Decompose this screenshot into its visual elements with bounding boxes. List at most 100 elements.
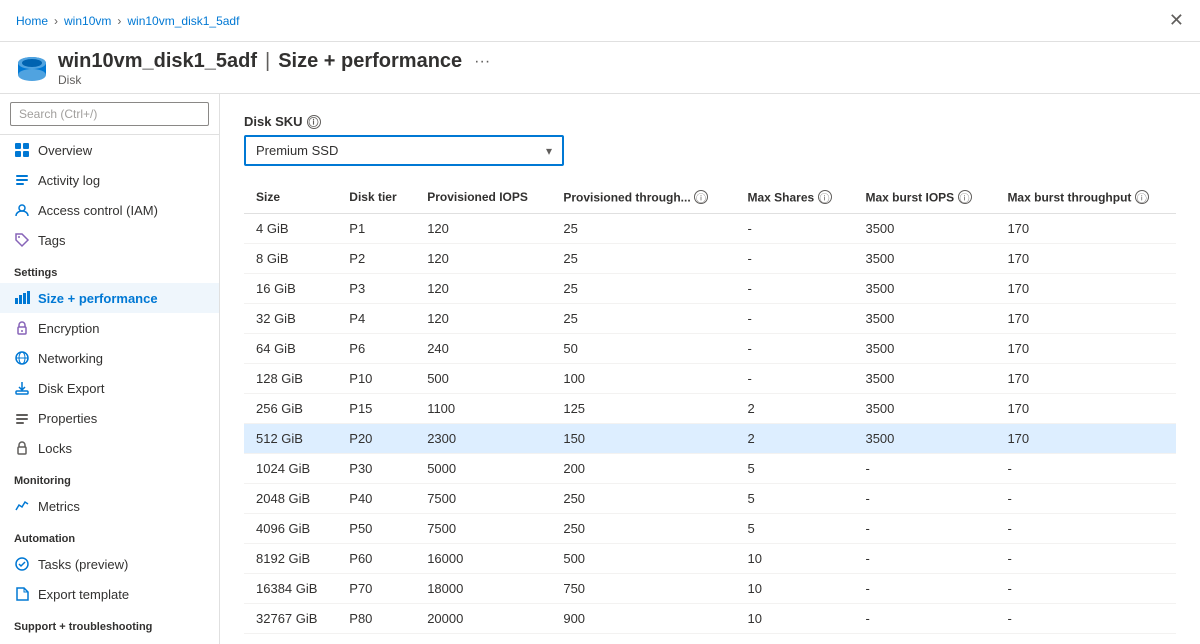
disk-sku-dropdown[interactable]: Premium SSD ▾ bbox=[244, 135, 564, 166]
table-row[interactable]: 2048 GiBP4075002505-- bbox=[244, 483, 1176, 513]
sidebar-label-encryption: Encryption bbox=[38, 321, 99, 336]
table-cell: 100 bbox=[551, 363, 735, 393]
table-row[interactable]: 256 GiBP15110012523500170 bbox=[244, 393, 1176, 423]
disk-size-table: Size Disk tier Provisioned IOPS Provisio… bbox=[244, 182, 1176, 634]
table-cell: 3500 bbox=[853, 213, 995, 243]
max-shares-info-icon[interactable]: ⓘ bbox=[818, 190, 832, 204]
table-cell: P50 bbox=[337, 513, 415, 543]
table-cell: 5 bbox=[736, 483, 854, 513]
table-cell: 3500 bbox=[853, 333, 995, 363]
table-cell: 16000 bbox=[415, 543, 551, 573]
chevron-down-icon: ▾ bbox=[546, 144, 552, 158]
sidebar-label-overview: Overview bbox=[38, 143, 92, 158]
sidebar-item-tasks[interactable]: Tasks (preview) bbox=[0, 549, 219, 579]
sidebar-item-disk-export[interactable]: Disk Export bbox=[0, 373, 219, 403]
activity-log-icon bbox=[14, 172, 30, 188]
table-cell: 8192 GiB bbox=[244, 543, 337, 573]
table-row[interactable]: 4 GiBP112025-3500170 bbox=[244, 213, 1176, 243]
table-row[interactable]: 8192 GiBP601600050010-- bbox=[244, 543, 1176, 573]
table-cell: - bbox=[736, 303, 854, 333]
col-provisioned-iops: Provisioned IOPS bbox=[415, 182, 551, 213]
table-cell: P1 bbox=[337, 213, 415, 243]
col-max-burst-iops: Max burst IOPS ⓘ bbox=[853, 182, 995, 213]
burst-iops-info-icon[interactable]: ⓘ bbox=[958, 190, 972, 204]
sidebar-item-activity-log[interactable]: Activity log bbox=[0, 165, 219, 195]
sidebar-label-metrics: Metrics bbox=[38, 499, 80, 514]
throughput-info-icon[interactable]: ⓘ bbox=[694, 190, 708, 204]
more-options-icon[interactable]: ··· bbox=[474, 53, 490, 71]
sidebar-item-size-performance[interactable]: Size + performance bbox=[0, 283, 219, 313]
table-cell: - bbox=[995, 573, 1176, 603]
sidebar-item-properties[interactable]: Properties bbox=[0, 403, 219, 433]
table-cell: 170 bbox=[995, 303, 1176, 333]
table-row[interactable]: 512 GiBP20230015023500170 bbox=[244, 423, 1176, 453]
properties-icon bbox=[14, 410, 30, 426]
sidebar-item-networking[interactable]: Networking bbox=[0, 343, 219, 373]
automation-section: Automation bbox=[0, 521, 219, 549]
sidebar-item-new-support[interactable]: ? New support request bbox=[0, 637, 219, 644]
table-cell: 500 bbox=[415, 363, 551, 393]
table-cell: 120 bbox=[415, 303, 551, 333]
metrics-icon bbox=[14, 498, 30, 514]
table-cell: - bbox=[853, 513, 995, 543]
export-template-icon bbox=[14, 586, 30, 602]
sidebar-item-export-template[interactable]: Export template bbox=[0, 579, 219, 609]
resource-separator: | bbox=[265, 50, 270, 73]
table-cell: 120 bbox=[415, 213, 551, 243]
table-row[interactable]: 32767 GiBP802000090010-- bbox=[244, 603, 1176, 633]
table-row[interactable]: 32 GiBP412025-3500170 bbox=[244, 303, 1176, 333]
table-cell: - bbox=[853, 573, 995, 603]
burst-throughput-info-icon[interactable]: ⓘ bbox=[1135, 190, 1149, 204]
disk-sku-info-icon[interactable]: ⓘ bbox=[307, 115, 321, 129]
sidebar-label-locks: Locks bbox=[38, 441, 72, 456]
table-cell: 20000 bbox=[415, 603, 551, 633]
table-cell: P20 bbox=[337, 423, 415, 453]
sidebar-item-metrics[interactable]: Metrics bbox=[0, 491, 219, 521]
table-row[interactable]: 64 GiBP624050-3500170 bbox=[244, 333, 1176, 363]
table-cell: 125 bbox=[551, 393, 735, 423]
sidebar-item-access-control[interactable]: Access control (IAM) bbox=[0, 195, 219, 225]
table-cell: 32 GiB bbox=[244, 303, 337, 333]
col-max-shares: Max Shares ⓘ bbox=[736, 182, 854, 213]
table-cell: - bbox=[995, 513, 1176, 543]
col-size: Size bbox=[244, 182, 337, 213]
page-title: Size + performance bbox=[278, 50, 462, 73]
table-cell: - bbox=[853, 543, 995, 573]
table-cell: 120 bbox=[415, 273, 551, 303]
table-cell: 2 bbox=[736, 393, 854, 423]
breadcrumb-disk[interactable]: win10vm_disk1_5adf bbox=[127, 14, 239, 28]
sidebar-item-encryption[interactable]: Encryption bbox=[0, 313, 219, 343]
sidebar-item-overview[interactable]: Overview bbox=[0, 135, 219, 165]
search-input[interactable] bbox=[10, 102, 209, 126]
table-cell: 3500 bbox=[853, 393, 995, 423]
table-cell: P4 bbox=[337, 303, 415, 333]
table-cell: - bbox=[736, 363, 854, 393]
close-button[interactable]: ✕ bbox=[1169, 10, 1184, 31]
sidebar-label-tasks: Tasks (preview) bbox=[38, 557, 128, 572]
sidebar-item-locks[interactable]: Locks bbox=[0, 433, 219, 463]
table-row[interactable]: 128 GiBP10500100-3500170 bbox=[244, 363, 1176, 393]
breadcrumb-home[interactable]: Home bbox=[16, 14, 48, 28]
table-row[interactable]: 16384 GiBP701800075010-- bbox=[244, 573, 1176, 603]
table-cell: - bbox=[995, 543, 1176, 573]
table-cell: P60 bbox=[337, 543, 415, 573]
networking-icon bbox=[14, 350, 30, 366]
sidebar-item-tags[interactable]: Tags bbox=[0, 225, 219, 255]
table-cell: P3 bbox=[337, 273, 415, 303]
table-cell: 4096 GiB bbox=[244, 513, 337, 543]
disk-export-icon bbox=[14, 380, 30, 396]
table-row[interactable]: 4096 GiBP5075002505-- bbox=[244, 513, 1176, 543]
breadcrumb-vm[interactable]: win10vm bbox=[64, 14, 111, 28]
table-cell: 3500 bbox=[853, 303, 995, 333]
table-cell: 3500 bbox=[853, 243, 995, 273]
table-cell: 18000 bbox=[415, 573, 551, 603]
table-row[interactable]: 8 GiBP212025-3500170 bbox=[244, 243, 1176, 273]
table-cell: 256 GiB bbox=[244, 393, 337, 423]
table-row[interactable]: 16 GiBP312025-3500170 bbox=[244, 273, 1176, 303]
table-row[interactable]: 1024 GiBP3050002005-- bbox=[244, 453, 1176, 483]
table-cell: - bbox=[995, 603, 1176, 633]
breadcrumb-sep1: › bbox=[54, 14, 58, 28]
table-cell: 1024 GiB bbox=[244, 453, 337, 483]
table-cell: 10 bbox=[736, 573, 854, 603]
table-cell: 25 bbox=[551, 213, 735, 243]
